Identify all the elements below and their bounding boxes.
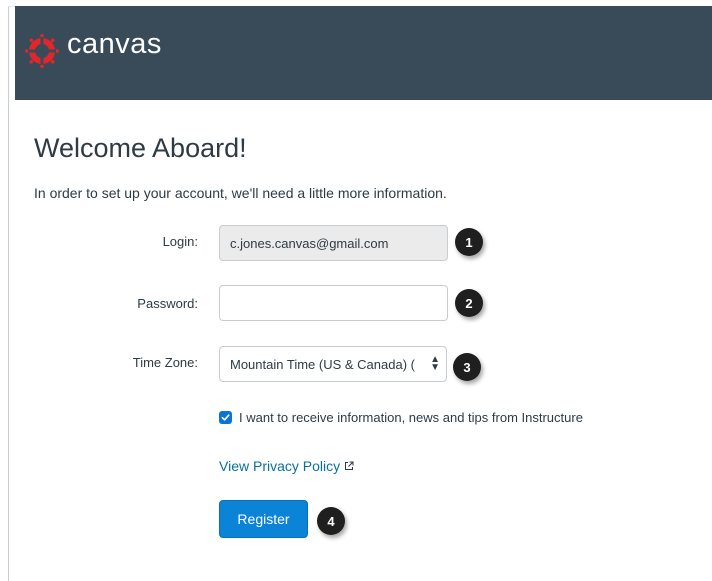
app-header: canvas	[15, 6, 712, 100]
newsletter-label[interactable]: I want to receive information, news and …	[239, 410, 583, 425]
select-arrows-icon: ▲ ▼	[430, 354, 440, 373]
app-logo-text[interactable]: canvas	[67, 28, 162, 61]
canvas-logo-icon	[25, 34, 59, 68]
privacy-policy-link[interactable]: View Privacy Policy	[219, 458, 354, 474]
timezone-select[interactable]: Mountain Time (US & Canada) ( ▲ ▼	[219, 346, 447, 382]
callout-3: 3	[453, 353, 481, 381]
login-field: c.jones.canvas@gmail.com	[219, 225, 448, 261]
newsletter-checkbox[interactable]	[219, 411, 232, 424]
login-label: Login:	[162, 234, 198, 249]
callout-1: 1	[455, 228, 483, 256]
intro-text: In order to set up your account, we'll n…	[34, 185, 447, 201]
privacy-policy-link-text[interactable]: View Privacy Policy	[219, 458, 340, 474]
callout-4: 4	[317, 507, 345, 535]
password-label: Password:	[137, 296, 198, 311]
external-link-icon	[345, 461, 354, 470]
register-button[interactable]: Register	[219, 500, 308, 538]
password-field[interactable]	[219, 285, 448, 321]
callout-2: 2	[455, 289, 483, 317]
page-title: Welcome Aboard!	[34, 133, 247, 163]
timezone-selected-value: Mountain Time (US & Canada) (	[230, 356, 415, 372]
checkmark-icon	[221, 414, 230, 421]
timezone-label: Time Zone:	[132, 355, 198, 370]
